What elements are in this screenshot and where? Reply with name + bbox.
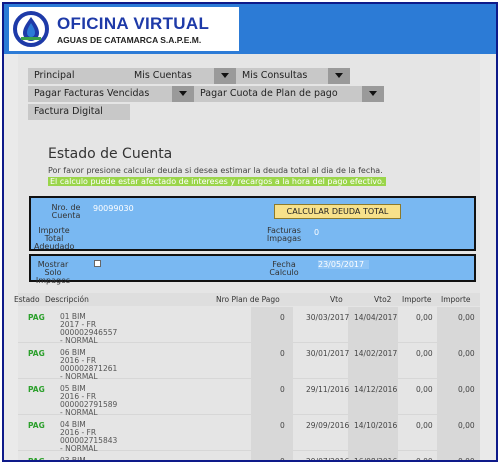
nav-item-label: Pagar Facturas Vencidas	[34, 88, 150, 99]
table-row[interactable]: PAG 06 BIM 2016 - FR 000002871261 - NORMA…	[18, 343, 480, 381]
nav-item-label: Mis Consultas	[242, 70, 308, 81]
row-plan: 0	[280, 349, 285, 358]
nav-item-label: Pagar Cuota de Plan de pago	[200, 88, 338, 99]
row-vto: 30/03/2017	[306, 313, 350, 322]
filter-panel: Mostrar Solo Impagos Fecha Calculo 23/05…	[29, 254, 476, 285]
row-importe: 0,00	[416, 349, 433, 358]
row-importe-2: 0,00	[458, 457, 475, 462]
col-estado: Estado	[14, 295, 40, 304]
main-content: Principal Mis Cuentas Mis Consultas Paga…	[14, 54, 480, 462]
table-header: Estado Descripción Nro Plan de Pago Vto …	[14, 293, 480, 306]
status-badge: PAG	[28, 457, 45, 462]
row-description: 05 BIM 2016 - FR 000002791589 - NORMAL	[60, 384, 118, 417]
row-vto2: 16/08/2016	[354, 457, 398, 462]
nav-item-factura-digital[interactable]: Factura Digital	[28, 104, 130, 120]
table-row[interactable]: PAG 04 BIM 2016 - FR 000002715843 - NORMA…	[18, 415, 480, 453]
logo-title: OFICINA VIRTUAL	[57, 14, 210, 33]
status-badge: PAG	[28, 349, 45, 358]
row-importe: 0,00	[416, 313, 433, 322]
chevron-down-icon[interactable]	[362, 86, 384, 102]
row-plan: 0	[280, 457, 285, 462]
row-importe-2: 0,00	[458, 421, 475, 430]
column-shade	[251, 343, 293, 379]
nav-item-label: Mis Cuentas	[134, 70, 192, 81]
facturas-impagas-value: 0	[314, 228, 320, 237]
nav-item-pagar-facturas[interactable]: Pagar Facturas Vencidas	[28, 86, 194, 102]
nav-item-mis-cuentas[interactable]: Mis Cuentas	[128, 68, 236, 84]
facturas-impagas-label: Facturas Impagas	[266, 226, 302, 243]
nav-item-principal[interactable]: Principal	[28, 68, 128, 84]
table-row[interactable]: PAG 03 BIM 2016 - FR 0 29/07/2016 16/08/2016…	[18, 451, 480, 462]
row-vto: 30/01/2017	[306, 349, 350, 358]
page-title: Estado de Cuenta	[48, 146, 173, 162]
row-importe: 0,00	[416, 457, 433, 462]
mostrar-impagos-label: Mostrar Solo Impagos	[35, 260, 71, 285]
chevron-down-icon[interactable]	[214, 68, 236, 84]
status-badge: PAG	[28, 385, 45, 394]
row-importe-2: 0,00	[458, 385, 475, 394]
column-shade	[251, 307, 293, 343]
fecha-calculo-label: Fecha Calculo	[269, 260, 299, 277]
column-shade	[251, 451, 293, 460]
logo-subtitle: AGUAS DE CATAMARCA S.A.P.E.M.	[57, 35, 202, 45]
status-badge: PAG	[28, 421, 45, 430]
col-vto: Vto	[330, 295, 343, 304]
chevron-down-icon[interactable]	[328, 68, 350, 84]
col-importe-2: Importe	[441, 295, 471, 304]
table-row[interactable]: PAG 05 BIM 2016 - FR 000002791589 - NORMA…	[18, 379, 480, 417]
account-label: Nro. de Cuenta	[51, 203, 81, 220]
app-frame: OFICINA VIRTUAL AGUAS DE CATAMARCA S.A.P…	[2, 2, 498, 462]
calculate-debt-button[interactable]: CALCULAR DEUDA TOTAL	[274, 204, 401, 219]
row-vto2: 14/10/2016	[354, 421, 398, 430]
row-vto: 29/07/2016	[306, 457, 350, 462]
row-description: 01 BIM 2017 - FR 000002946557 - NORMAL	[60, 312, 118, 345]
nav-item-mis-consultas[interactable]: Mis Consultas	[236, 68, 350, 84]
column-shade	[251, 415, 293, 451]
nav-item-pagar-cuota[interactable]: Pagar Cuota de Plan de pago	[194, 86, 384, 102]
account-number-field[interactable]: 90099030	[93, 204, 134, 213]
nav-item-label: Factura Digital	[34, 106, 103, 117]
logo[interactable]: OFICINA VIRTUAL AGUAS DE CATAMARCA S.A.P…	[9, 7, 239, 51]
col-vto2: Vto2	[374, 295, 392, 304]
row-plan: 0	[280, 385, 285, 394]
row-plan: 0	[280, 421, 285, 430]
status-badge: PAG	[28, 313, 45, 322]
row-importe: 0,00	[416, 385, 433, 394]
col-descripcion: Descripción	[45, 295, 89, 304]
row-vto: 29/09/2016	[306, 421, 350, 430]
row-description: 04 BIM 2016 - FR 000002715843 - NORMAL	[60, 420, 118, 453]
row-vto2: 14/12/2016	[354, 385, 398, 394]
water-drop-logo-icon	[13, 11, 49, 47]
col-plan: Nro Plan de Pago	[216, 295, 280, 304]
row-vto2: 14/04/2017	[354, 313, 398, 322]
importe-total-label: Importe Total Adeudado	[34, 226, 75, 251]
row-importe: 0,00	[416, 421, 433, 430]
page-description: Por favor presione calcular deuda si des…	[48, 166, 383, 175]
row-importe-2: 0,00	[458, 313, 475, 322]
mostrar-impagos-checkbox[interactable]	[94, 260, 101, 267]
row-importe-2: 0,00	[458, 349, 475, 358]
row-description: 03 BIM 2016 - FR	[60, 456, 86, 462]
warning-note: El calculo puede estar afectado de inter…	[48, 177, 387, 186]
fecha-calculo-field[interactable]: 23/05/2017	[318, 260, 369, 269]
header-bar: OFICINA VIRTUAL AGUAS DE CATAMARCA S.A.P…	[4, 4, 496, 54]
column-shade	[251, 379, 293, 415]
account-panel: Nro. de Cuenta 90099030 CALCULAR DEUDA T…	[29, 196, 476, 251]
row-plan: 0	[280, 313, 285, 322]
row-description: 06 BIM 2016 - FR 000002871261 - NORMAL	[60, 348, 118, 381]
row-vto2: 14/02/2017	[354, 349, 398, 358]
table-row[interactable]: PAG 01 BIM 2017 - FR 000002946557 - NORMA…	[18, 307, 480, 345]
row-vto: 29/11/2016	[306, 385, 350, 394]
chevron-down-icon[interactable]	[172, 86, 194, 102]
col-importe: Importe	[402, 295, 432, 304]
nav-item-label: Principal	[34, 70, 75, 81]
